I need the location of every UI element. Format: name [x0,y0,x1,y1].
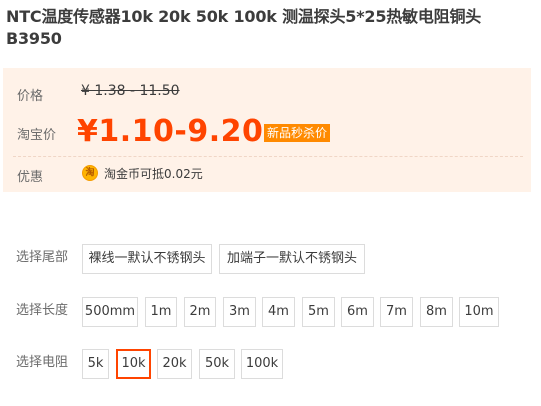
resistance-label: 选择电阻 [16,355,69,370]
option-length-3m[interactable]: 3m [223,297,256,327]
option-length-5m[interactable]: 5m [302,297,335,327]
price-label: 价格 [17,89,44,104]
price-divider [13,156,523,157]
option-length-7m[interactable]: 7m [380,297,413,327]
promo-price: ¥1.10-9.20 [77,114,264,149]
discount-text: 淘金币可抵0.02元 [104,167,203,181]
price-panel: 价格 ¥ 1.38 - 11.50 淘宝价 ¥1.10-9.20 新品秒杀价 优… [3,68,531,192]
option-length-6m[interactable]: 6m [341,297,374,327]
length-label: 选择长度 [16,303,69,318]
option-tail-terminal[interactable]: 加端子一默认不锈钢头 [219,244,365,274]
option-length-8m[interactable]: 8m [420,297,453,327]
promo-badge: 新品秒杀价 [264,124,331,142]
option-length-10m[interactable]: 10m [459,297,499,327]
option-resistance-5k[interactable]: 5k [82,349,109,379]
option-length-1m[interactable]: 1m [145,297,177,327]
taobao-coin-icon: 淘 [82,165,98,181]
option-resistance-20k[interactable]: 20k [157,349,192,379]
taobao-price-label: 淘宝价 [17,128,57,143]
discount-label: 优惠 [17,170,44,185]
tail-label: 选择尾部 [16,250,69,265]
option-resistance-50k[interactable]: 50k [199,349,235,379]
option-resistance-100k[interactable]: 100k [241,349,283,379]
option-tail-bare-wire[interactable]: 裸线一默认不锈钢头 [82,244,212,274]
product-title: NTC温度传感器10k 20k 50k 100k 测温探头5*25热敏电阻铜头B… [6,7,482,48]
original-price: ¥ 1.38 - 11.50 [81,83,180,99]
option-length-4m[interactable]: 4m [262,297,295,327]
option-length-2m[interactable]: 2m [184,297,216,327]
option-resistance-10k[interactable]: 10k [116,349,151,379]
option-length-500mm[interactable]: 500mm [82,297,138,327]
